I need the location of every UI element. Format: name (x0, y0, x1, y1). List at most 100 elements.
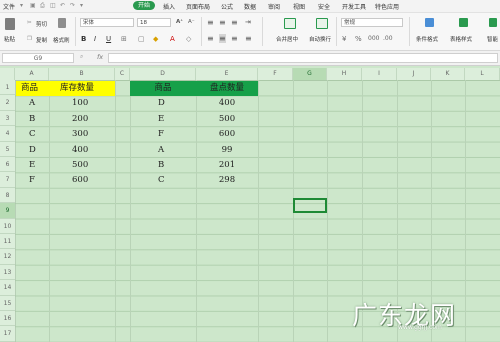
row-header-8[interactable]: 8 (0, 188, 15, 204)
table2-product-cell[interactable]: C (158, 173, 165, 188)
table2-product-cell[interactable]: D (158, 96, 165, 111)
table1-header-product[interactable]: 商品 (16, 81, 49, 96)
table1-product-cell[interactable]: D (29, 143, 36, 158)
row-header-3[interactable]: 3 (0, 111, 15, 127)
preview-icon[interactable]: ◫ (50, 2, 56, 9)
table2-product-cell[interactable]: F (158, 127, 164, 142)
row-header-1[interactable]: 1 (0, 80, 15, 96)
font-shrink-icon[interactable]: A⁻ (188, 19, 195, 25)
table2-product-cell[interactable]: E (158, 112, 164, 127)
row-header-5[interactable]: 5 (0, 142, 15, 157)
cut-button[interactable]: 剪切 (36, 20, 47, 28)
undo-icon[interactable]: ↶ (60, 2, 65, 9)
row-header-11[interactable]: 11 (0, 234, 15, 250)
thousands-icon[interactable]: 000 (368, 35, 379, 42)
align-left-icon[interactable]: ≡ (207, 34, 214, 43)
column-header-h[interactable]: H (327, 68, 362, 80)
table1-product-cell[interactable]: E (29, 158, 35, 173)
table2-header-count[interactable]: 盘点数量 (196, 81, 258, 96)
wrap-text-button[interactable]: 自动换行 (309, 35, 331, 43)
tab-page-layout[interactable]: 页面布局 (186, 2, 210, 11)
table2-count-cell[interactable]: 201 (196, 158, 258, 173)
decimal-icon[interactable]: .00 (383, 35, 393, 42)
table2-count-cell[interactable]: 600 (196, 127, 258, 142)
align-top-icon[interactable]: ≡ (207, 18, 214, 27)
column-header-a[interactable]: A (15, 68, 49, 80)
wrap-text-icon[interactable] (316, 18, 328, 29)
fill-color-icon[interactable]: ◆ (153, 35, 158, 43)
column-header-e[interactable]: E (196, 68, 258, 80)
column-header-i[interactable]: I (362, 68, 397, 80)
table1-product-cell[interactable]: B (29, 112, 35, 127)
column-header-l[interactable]: L (465, 68, 500, 80)
table2-header-product[interactable]: 商品 (130, 81, 196, 96)
table1-product-cell[interactable]: F (29, 173, 35, 188)
redo-icon[interactable]: ↷ (70, 2, 75, 9)
column-header-j[interactable]: J (397, 68, 431, 80)
percent-icon[interactable]: % (355, 35, 362, 43)
table1-product-cell[interactable]: A (29, 96, 35, 111)
table2-count-cell[interactable]: 298 (196, 173, 258, 188)
table2-product-cell[interactable]: B (158, 158, 164, 173)
row-header-13[interactable]: 13 (0, 265, 15, 281)
number-format-select[interactable]: 常规 (341, 18, 403, 27)
select-all-corner[interactable] (0, 68, 15, 80)
conditional-format-button[interactable]: 条件格式 (416, 35, 438, 43)
align-bottom-icon[interactable]: ≡ (231, 18, 238, 27)
italic-icon[interactable]: I (94, 35, 96, 43)
font-color-icon[interactable]: A (170, 35, 175, 43)
column-header-k[interactable]: K (431, 68, 465, 80)
cut-icon[interactable]: ✂ (27, 20, 32, 26)
column-header-c[interactable]: C (115, 68, 130, 80)
table1-product-cell[interactable]: C (29, 127, 36, 142)
merge-center-icon[interactable] (284, 18, 296, 29)
table2-product-cell[interactable]: A (158, 143, 164, 158)
row-header-7[interactable]: 7 (0, 172, 15, 188)
merge-center-button[interactable]: 合并居中 (276, 35, 298, 43)
tab-developer[interactable]: 开发工具 (342, 2, 366, 11)
font-size-select[interactable]: 18 (137, 18, 171, 27)
tab-data[interactable]: 数据 (244, 2, 256, 11)
table-style-icon[interactable] (459, 18, 468, 27)
table-style-button[interactable]: 表格样式 (450, 35, 472, 43)
currency-icon[interactable]: ¥ (342, 35, 346, 43)
table1-stock-cell[interactable]: 200 (72, 112, 88, 127)
column-header-g[interactable]: G (293, 68, 327, 80)
row-header-17[interactable]: 17 (0, 326, 15, 342)
row-header-6[interactable]: 6 (0, 157, 15, 173)
shape-icon[interactable]: ▢ (138, 35, 145, 43)
table2-count-cell[interactable]: 400 (196, 96, 258, 111)
align-middle-icon[interactable]: ≡ (219, 18, 226, 27)
format-painter-icon[interactable] (58, 18, 66, 28)
tab-features[interactable]: 特色应用 (375, 2, 399, 11)
indent-icon[interactable]: ⇥ (245, 18, 251, 26)
column-header-f[interactable]: F (258, 68, 293, 80)
selected-cell[interactable] (293, 198, 327, 213)
row-header-14[interactable]: 14 (0, 280, 15, 296)
tab-view[interactable]: 视图 (293, 2, 305, 11)
table2-count-cell[interactable]: 500 (196, 112, 258, 127)
tab-review[interactable]: 审阅 (268, 2, 280, 11)
tab-security[interactable]: 安全 (318, 2, 330, 11)
name-box[interactable]: G9 (2, 53, 74, 63)
table1-stock-cell[interactable]: 600 (72, 173, 88, 188)
table1-stock-cell[interactable]: 300 (72, 127, 88, 142)
row-header-10[interactable]: 10 (0, 219, 15, 234)
tab-home[interactable]: 开始 (133, 1, 156, 10)
table1-stock-cell[interactable]: 100 (72, 96, 88, 111)
save-icon[interactable]: ▣ (30, 2, 36, 9)
paste-button[interactable]: 粘贴 (4, 35, 15, 43)
row-header-4[interactable]: 4 (0, 126, 15, 142)
table1-stock-cell[interactable]: 500 (72, 158, 88, 173)
column-header-d[interactable]: D (130, 68, 196, 80)
menu-dropdown-icon[interactable]: ▾ (20, 2, 23, 9)
row-header-16[interactable]: 16 (0, 311, 15, 327)
formula-input[interactable] (108, 53, 498, 63)
font-name-select[interactable]: 宋体 (80, 18, 134, 27)
copy-button[interactable]: 复制 (36, 36, 47, 44)
column-header-b[interactable]: B (49, 68, 115, 80)
conditional-format-icon[interactable] (425, 18, 434, 27)
align-right-icon[interactable]: ≡ (231, 34, 238, 43)
format-painter-button[interactable]: 格式刷 (53, 36, 70, 44)
row-header-12[interactable]: 12 (0, 249, 15, 265)
